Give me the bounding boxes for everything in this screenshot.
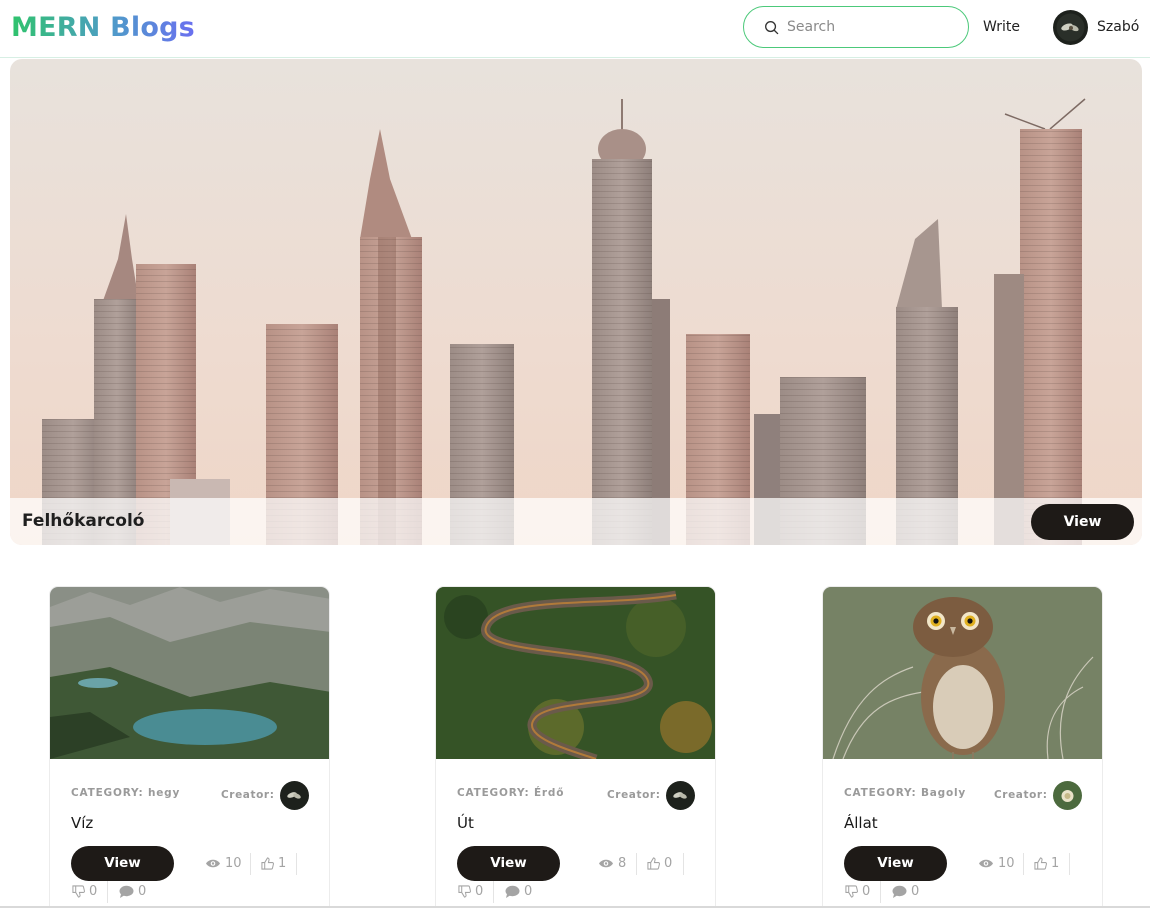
card-title[interactable]: Állat (844, 814, 878, 832)
views-count: 8 (618, 856, 627, 871)
stat-divider (493, 881, 494, 903)
stat-divider (107, 881, 108, 903)
stat-divider (880, 881, 881, 903)
dislikes-stat[interactable]: 0 (845, 884, 870, 899)
comment-icon (119, 885, 134, 898)
dislikes-count: 0 (475, 884, 484, 899)
card-view-button[interactable]: View (844, 846, 947, 881)
card-title[interactable]: Víz (71, 814, 93, 832)
hero-view-button[interactable]: View (1031, 504, 1134, 540)
dislikes-count: 0 (862, 884, 871, 899)
comment-icon (892, 885, 907, 898)
creator-avatar[interactable] (280, 781, 309, 810)
search-icon (765, 21, 779, 35)
dislikes-stat[interactable]: 0 (458, 884, 483, 899)
comments-stat[interactable]: 0 (892, 884, 919, 899)
card-creator-label: Creator: (994, 789, 1048, 801)
views-count: 10 (225, 856, 242, 871)
views-stat: 10 (205, 856, 242, 871)
views-count: 10 (998, 856, 1015, 871)
eye-icon (979, 859, 993, 868)
user-name[interactable]: Szabó (1097, 19, 1139, 35)
comments-stat[interactable]: 0 (119, 884, 146, 899)
card-title[interactable]: Út (457, 814, 474, 832)
post-card: CATEGORY: hegy Creator: Víz View 10 1 0 … (49, 586, 330, 908)
thumbs-down-icon (845, 885, 858, 898)
likes-count: 1 (1051, 856, 1060, 871)
hero-title: Felhőkarcoló (22, 511, 145, 531)
stat-divider (296, 853, 297, 875)
search-box[interactable] (743, 6, 969, 48)
stat-divider (683, 853, 684, 875)
hero-caption-bar: Felhőkarcoló View (10, 498, 1142, 545)
thumbs-down-icon (458, 885, 471, 898)
card-category: CATEGORY: hegy (71, 787, 181, 799)
comments-count: 0 (138, 884, 147, 899)
likes-stat[interactable]: 0 (647, 856, 672, 871)
user-avatar[interactable] (1053, 10, 1088, 45)
card-category: CATEGORY: Bagoly (844, 787, 967, 799)
stat-divider (1023, 853, 1024, 875)
dislikes-count: 0 (89, 884, 98, 899)
thumbs-up-icon (261, 857, 274, 870)
search-input[interactable] (787, 16, 957, 38)
eye-icon (599, 859, 613, 868)
post-card: CATEGORY: Érdő Creator: Út View 8 0 0 0 (435, 586, 716, 908)
comments-stat[interactable]: 0 (505, 884, 532, 899)
hero-skyline-image (10, 59, 1142, 545)
views-stat: 10 (978, 856, 1015, 871)
card-view-button[interactable]: View (457, 846, 560, 881)
thumbs-down-icon (72, 885, 85, 898)
card-category: CATEGORY: Érdő (457, 787, 565, 799)
thumbs-up-icon (1034, 857, 1047, 870)
comments-count: 0 (911, 884, 920, 899)
site-logo[interactable]: MERN Blogs (11, 12, 195, 43)
post-image-owl (823, 587, 1102, 759)
hero-banner[interactable]: Felhőkarcoló View (10, 59, 1142, 545)
post-image-lake (50, 587, 329, 759)
likes-count: 0 (664, 856, 673, 871)
card-creator-label: Creator: (607, 789, 661, 801)
likes-count: 1 (278, 856, 287, 871)
stat-divider (636, 853, 637, 875)
thumbs-up-icon (647, 857, 660, 870)
post-image-road (436, 587, 715, 759)
write-link[interactable]: Write (983, 19, 1020, 35)
navbar: MERN Blogs Write Szabó (0, 0, 1150, 58)
likes-stat[interactable]: 1 (1034, 856, 1059, 871)
creator-avatar[interactable] (1053, 781, 1082, 810)
views-stat: 8 (598, 856, 626, 871)
stat-divider (1069, 853, 1070, 875)
stat-divider (250, 853, 251, 875)
comments-count: 0 (524, 884, 533, 899)
post-card: CATEGORY: Bagoly Creator: Állat View 10 … (822, 586, 1103, 908)
card-creator-label: Creator: (221, 789, 275, 801)
card-view-button[interactable]: View (71, 846, 174, 881)
eye-icon (206, 859, 220, 868)
comment-icon (505, 885, 520, 898)
creator-avatar[interactable] (666, 781, 695, 810)
dislikes-stat[interactable]: 0 (72, 884, 97, 899)
likes-stat[interactable]: 1 (261, 856, 286, 871)
